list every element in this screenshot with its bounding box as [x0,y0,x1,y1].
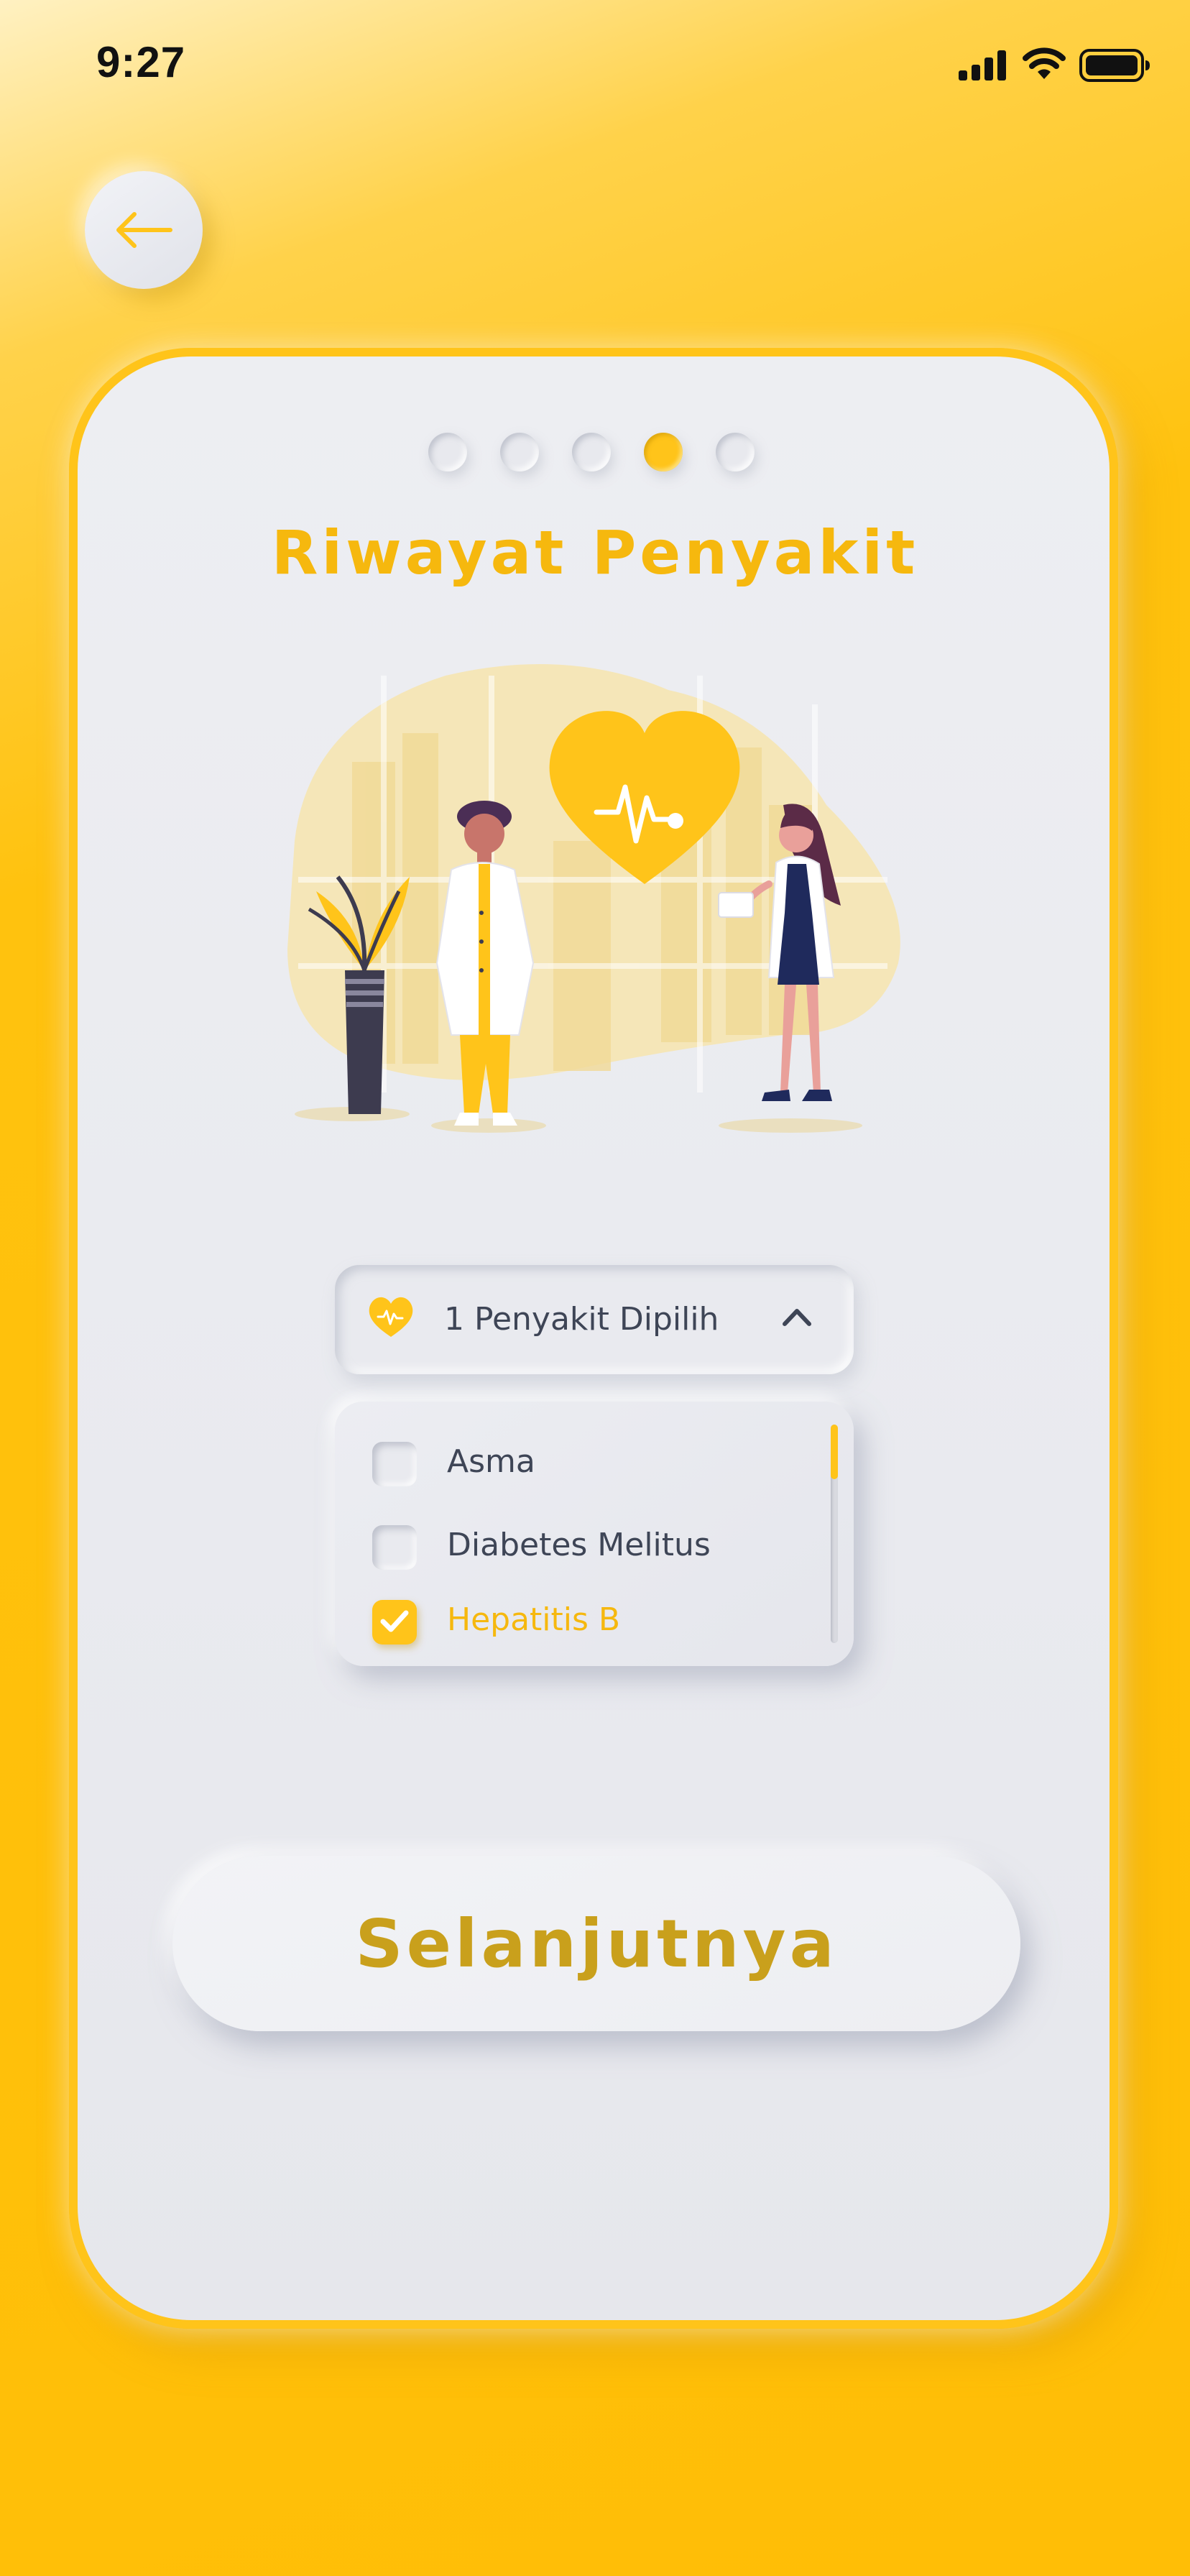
checkbox-asma[interactable] [372,1442,417,1486]
checkbox-diabetes-melitus[interactable] [372,1525,417,1570]
item-label: Diabetes Melitus [447,1527,711,1563]
disease-list: Asma Diabetes Melitus Hepatitis B [335,1402,854,1666]
status-bar: 9:27 [0,0,1190,129]
item-label: Asma [447,1443,535,1480]
wifi-icon [1023,47,1066,79]
doctors-illustration [287,664,900,1133]
page-title: Riwayat Penyakit [271,518,919,588]
list-item-diabetes-melitus[interactable]: Diabetes Melitus [372,1522,775,1573]
status-time: 9:27 [96,38,186,86]
disease-dropdown[interactable]: 1 Penyakit Dipilih [335,1265,854,1374]
check-icon [380,1610,409,1632]
step-dot-4 [644,433,683,472]
step-dot-1 [428,433,467,472]
next-button[interactable]: Selanjutnya [172,1856,1020,2031]
step-indicator [428,433,765,473]
chevron-up-icon[interactable] [780,1304,813,1330]
signal-icon [959,50,1006,80]
step-dot-2 [500,433,539,472]
arrow-left-icon [116,212,172,248]
back-button[interactable] [85,171,203,289]
list-item-hepatitis-b[interactable]: Hepatitis B [372,1597,775,1647]
list-item-asma[interactable]: Asma [372,1439,775,1489]
scrollbar-thumb[interactable] [831,1425,838,1479]
next-button-label: Selanjutnya [355,1905,838,1982]
step-dot-3 [572,433,611,472]
step-dot-5 [716,433,755,472]
dropdown-label: 1 Penyakit Dipilih [444,1301,719,1338]
checkbox-hepatitis-b[interactable] [372,1600,417,1644]
heart-pulse-icon [369,1297,413,1337]
item-label: Hepatitis B [447,1601,621,1638]
battery-icon [1079,49,1150,82]
